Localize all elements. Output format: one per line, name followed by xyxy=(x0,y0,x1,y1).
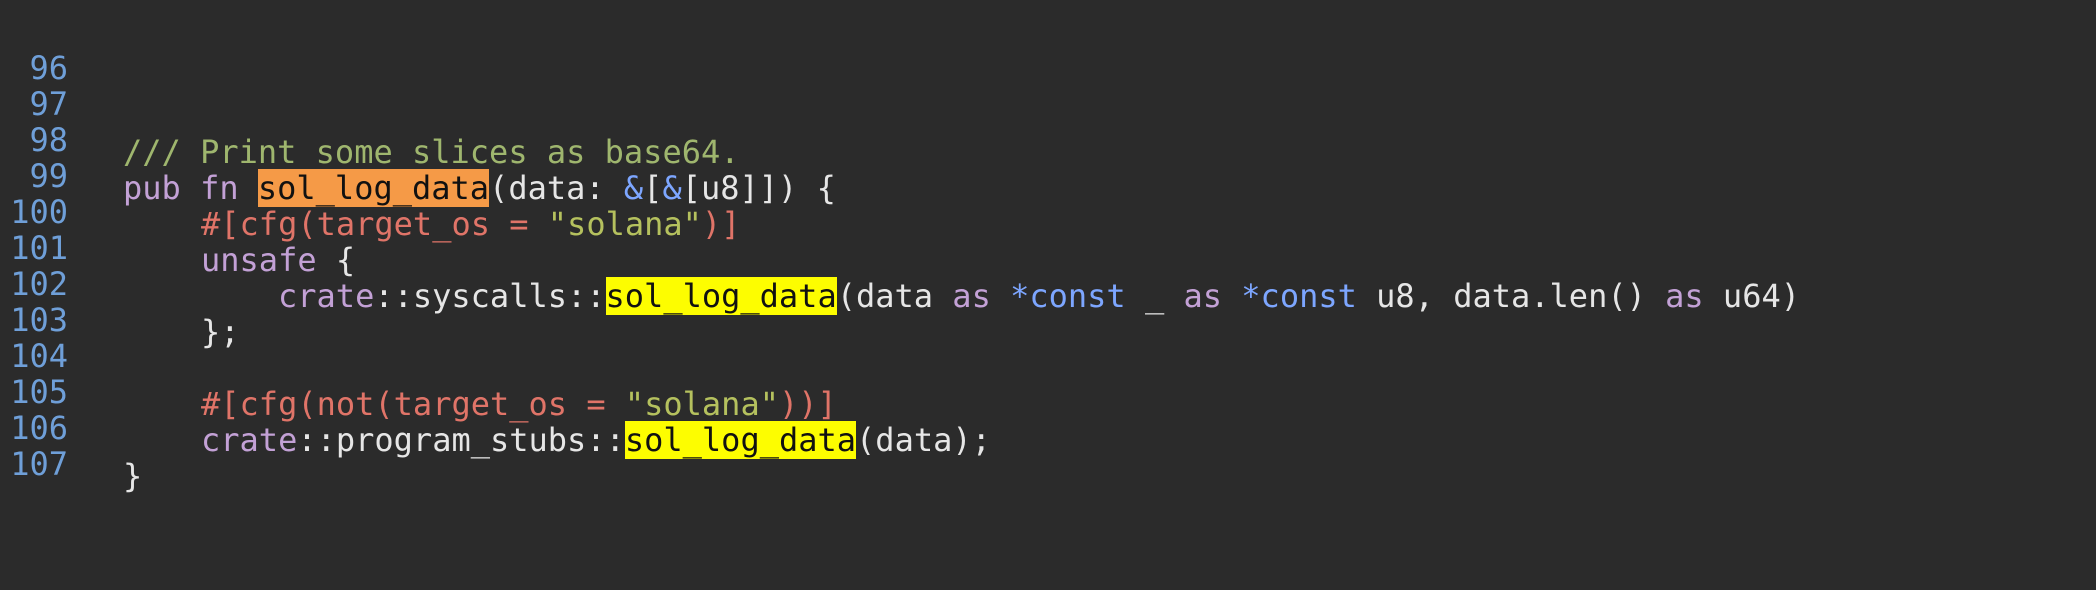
line-content: } xyxy=(123,452,142,500)
block-close: } xyxy=(123,457,143,495)
line-number: 107 xyxy=(10,445,68,483)
code-editor[interactable]: 96 97 /// Print some slices as base64. 9… xyxy=(0,0,2096,590)
code-line[interactable]: 107 xyxy=(0,392,2096,483)
